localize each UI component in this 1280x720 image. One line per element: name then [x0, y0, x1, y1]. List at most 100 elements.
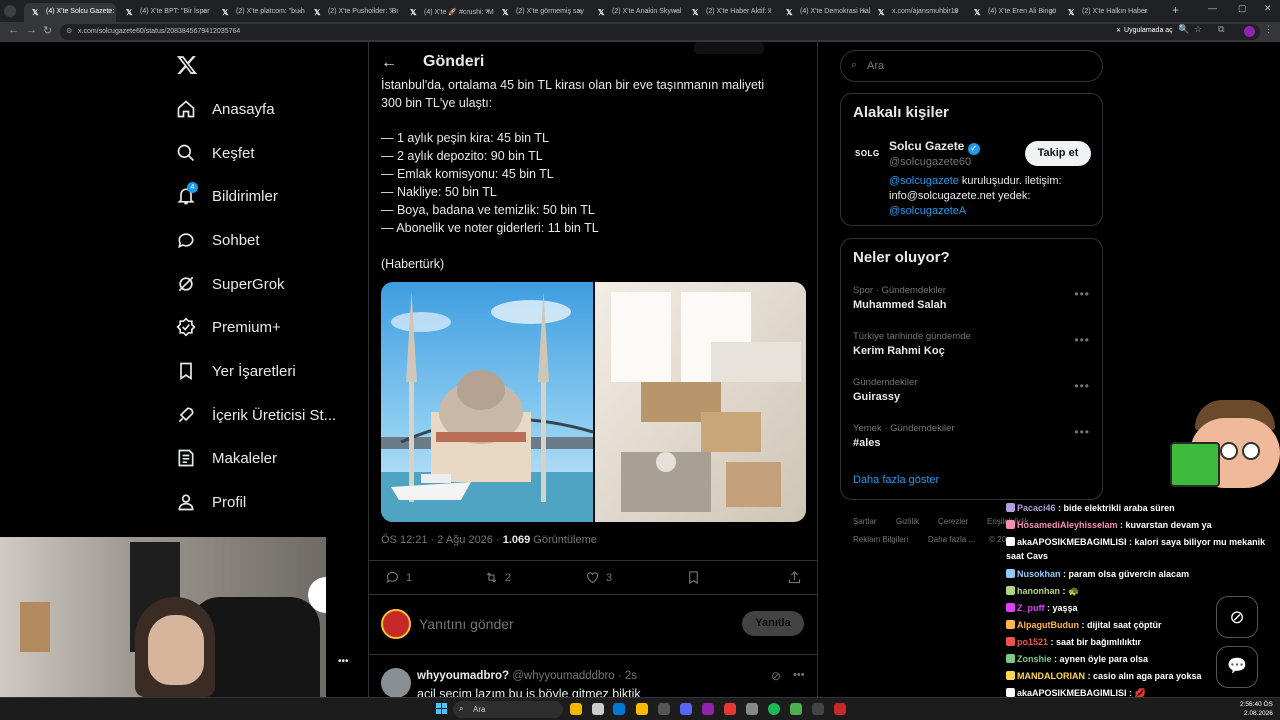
trend-more-icon[interactable]: •••: [1074, 287, 1090, 301]
minimize-button[interactable]: —: [1208, 3, 1217, 13]
browser-tab[interactable]: 𝕏 (2) X'te platcom: "bu h ×: [214, 3, 306, 22]
trend-item[interactable]: Muhammed Salah: [853, 299, 947, 311]
person-name[interactable]: Solcu Gazete ✓: [889, 139, 980, 155]
browser-tab[interactable]: 𝕏 (4) X'te 🚀 #crushi: "M ×: [402, 3, 494, 22]
reply-more-icon[interactable]: •••: [793, 669, 805, 681]
trend-more-icon[interactable]: •••: [1074, 425, 1090, 439]
tab-close-icon[interactable]: ×: [297, 7, 302, 16]
nav-item-bookmarks[interactable]: Yer İşaretleri: [176, 356, 296, 386]
footer-link[interactable]: Reklam Bilgileri: [853, 535, 908, 544]
app-taskbar-icon[interactable]: [658, 703, 670, 715]
tab-close-icon[interactable]: ×: [577, 7, 582, 16]
browser-tab[interactable]: 𝕏 (2) X'te Pushoilder: "Bu ×: [306, 3, 398, 22]
show-more-link[interactable]: Daha fazla göster: [853, 474, 939, 486]
follow-button[interactable]: Takip et: [1025, 141, 1091, 166]
app-taskbar-icon[interactable]: [746, 703, 758, 715]
repost-action[interactable]: 2: [484, 570, 511, 585]
nav-item-creator-studio[interactable]: İçerik Üreticisi St...: [176, 400, 336, 430]
edge-taskbar-icon[interactable]: [613, 703, 625, 715]
browser-tab[interactable]: 𝕏x.com/ajansmuhbir19 ×: [870, 3, 962, 22]
share-action[interactable]: [787, 570, 808, 585]
nav-item-notifications[interactable]: Bildirimler 4: [176, 181, 278, 211]
new-tab-button[interactable]: +: [1172, 3, 1179, 17]
tab-close-icon[interactable]: ×: [389, 7, 394, 16]
taskbar-search[interactable]: ⌕ Ara: [453, 701, 563, 718]
back-arrow-icon[interactable]: ←: [381, 54, 397, 72]
reply-input[interactable]: Yanıtını gönder: [419, 616, 514, 632]
tab-close-icon[interactable]: ×: [201, 7, 206, 16]
more-options-icon[interactable]: •••: [338, 656, 349, 667]
back-nav-icon[interactable]: ←: [8, 24, 19, 36]
extensions-icon[interactable]: ⧉: [1218, 24, 1224, 35]
widgets-taskbar-icon[interactable]: [592, 703, 604, 715]
tab-close-icon[interactable]: ×: [767, 7, 772, 16]
nav-item-premium[interactable]: Premium+: [176, 312, 281, 342]
tab-close-icon[interactable]: ×: [485, 7, 490, 16]
system-clock[interactable]: 2:56:40 ÖS 2.08.2026: [1240, 700, 1273, 718]
user-avatar[interactable]: [381, 609, 411, 639]
trend-item[interactable]: #ales: [853, 437, 881, 449]
open-in-app-button[interactable]: ✕ Uygulamada aç: [1110, 24, 1179, 39]
bio-link[interactable]: @solcugazete: [889, 175, 959, 187]
footer-link[interactable]: Çerezler: [938, 517, 968, 526]
browser-tab[interactable]: 𝕏 (2) X'te görmemiş say ×: [494, 3, 586, 22]
tab-close-icon[interactable]: ×: [953, 7, 958, 16]
explorer-taskbar-icon[interactable]: [636, 703, 648, 715]
like-action[interactable]: 3: [585, 570, 612, 585]
tab-close-icon[interactable]: ×: [1143, 7, 1148, 16]
browser-tab[interactable]: 𝕏 (4) X'te BPT: "Bir İspan ×: [118, 3, 210, 22]
post-image[interactable]: [381, 282, 806, 522]
browser-tab[interactable]: 𝕏 (4) X'te Demokrasi Hab ×: [778, 3, 870, 22]
chrome-taskbar-icon[interactable]: [790, 703, 802, 715]
footer-link[interactable]: Daha fazla ...: [928, 535, 975, 544]
chrome-taskbar-icon[interactable]: [570, 703, 582, 715]
solcu-logo[interactable]: SOLG: [855, 149, 880, 158]
reply-submit-button[interactable]: Yanıtla: [742, 611, 804, 636]
tab-search-button[interactable]: [4, 5, 16, 17]
bookmark-action[interactable]: [686, 570, 707, 585]
trend-item[interactable]: Kerim Rahmi Koç: [853, 345, 945, 357]
reply-action[interactable]: 1: [385, 570, 412, 585]
app-taskbar-icon[interactable]: [702, 703, 714, 715]
discord-taskbar-icon[interactable]: [680, 703, 692, 715]
reload-icon[interactable]: ↻: [43, 24, 52, 37]
tab-close-icon[interactable]: ×: [107, 7, 112, 16]
bookmark-star-icon[interactable]: ☆: [1194, 24, 1202, 35]
maximize-button[interactable]: ▢: [1238, 3, 1247, 14]
x-logo-icon[interactable]: [176, 54, 198, 76]
reply-name[interactable]: whyyoumadbro?: [417, 670, 509, 682]
profile-avatar[interactable]: [1244, 26, 1255, 37]
browser-tab[interactable]: 𝕏 (2) X'te Haber Aktif: " ×: [684, 3, 776, 22]
grok-icon[interactable]: ⊘: [771, 669, 781, 683]
windows-start-icon[interactable]: [436, 703, 448, 715]
browser-tab[interactable]: 𝕏 (4) X'te Eren Ali Bingö ×: [966, 3, 1058, 22]
browser-tab[interactable]: 𝕏 (4) X'te Solcu Gazete: ×: [24, 3, 116, 22]
app-taskbar-icon[interactable]: [724, 703, 736, 715]
grok-float-icon[interactable]: ⊘: [1216, 596, 1258, 638]
footer-link[interactable]: © 20: [989, 535, 1006, 544]
nav-item-supergrok[interactable]: SuperGrok: [176, 269, 285, 299]
nav-item-explore[interactable]: Keşfet: [176, 138, 255, 168]
close-window-button[interactable]: ✕: [1264, 3, 1272, 14]
bio-link[interactable]: @solcugazeteA: [889, 205, 966, 217]
browser-tab[interactable]: 𝕏 (2) X'te Anakin Skywal ×: [590, 3, 682, 22]
nav-item-chat[interactable]: Sohbet: [176, 225, 260, 255]
nav-item-articles[interactable]: Makaleler: [176, 443, 277, 473]
browser-tab[interactable]: 𝕏 (2) X'te Halkın Haber ×: [1060, 3, 1152, 22]
trend-item[interactable]: Guirassy: [853, 391, 900, 403]
zoom-icon[interactable]: 🔍: [1178, 24, 1189, 35]
app-taskbar-icon[interactable]: [812, 703, 824, 715]
app-taskbar-icon[interactable]: [834, 703, 846, 715]
menu-icon[interactable]: ⋮: [1264, 24, 1273, 35]
site-info-icon[interactable]: ⚙: [66, 27, 72, 35]
nav-item-home[interactable]: Anasayfa: [176, 94, 275, 124]
trend-more-icon[interactable]: •••: [1074, 379, 1090, 393]
tab-close-icon[interactable]: ×: [861, 7, 866, 16]
reply-avatar[interactable]: [381, 668, 411, 698]
nav-item-profile[interactable]: Profil: [176, 487, 246, 517]
tab-close-icon[interactable]: ×: [1049, 7, 1054, 16]
url-field[interactable]: ⚙ x.com/solcugazete60/status/20838456794…: [60, 24, 1260, 40]
tab-close-icon[interactable]: ×: [673, 7, 678, 16]
messages-float-icon[interactable]: 💬: [1216, 646, 1258, 688]
trend-more-icon[interactable]: •••: [1074, 333, 1090, 347]
